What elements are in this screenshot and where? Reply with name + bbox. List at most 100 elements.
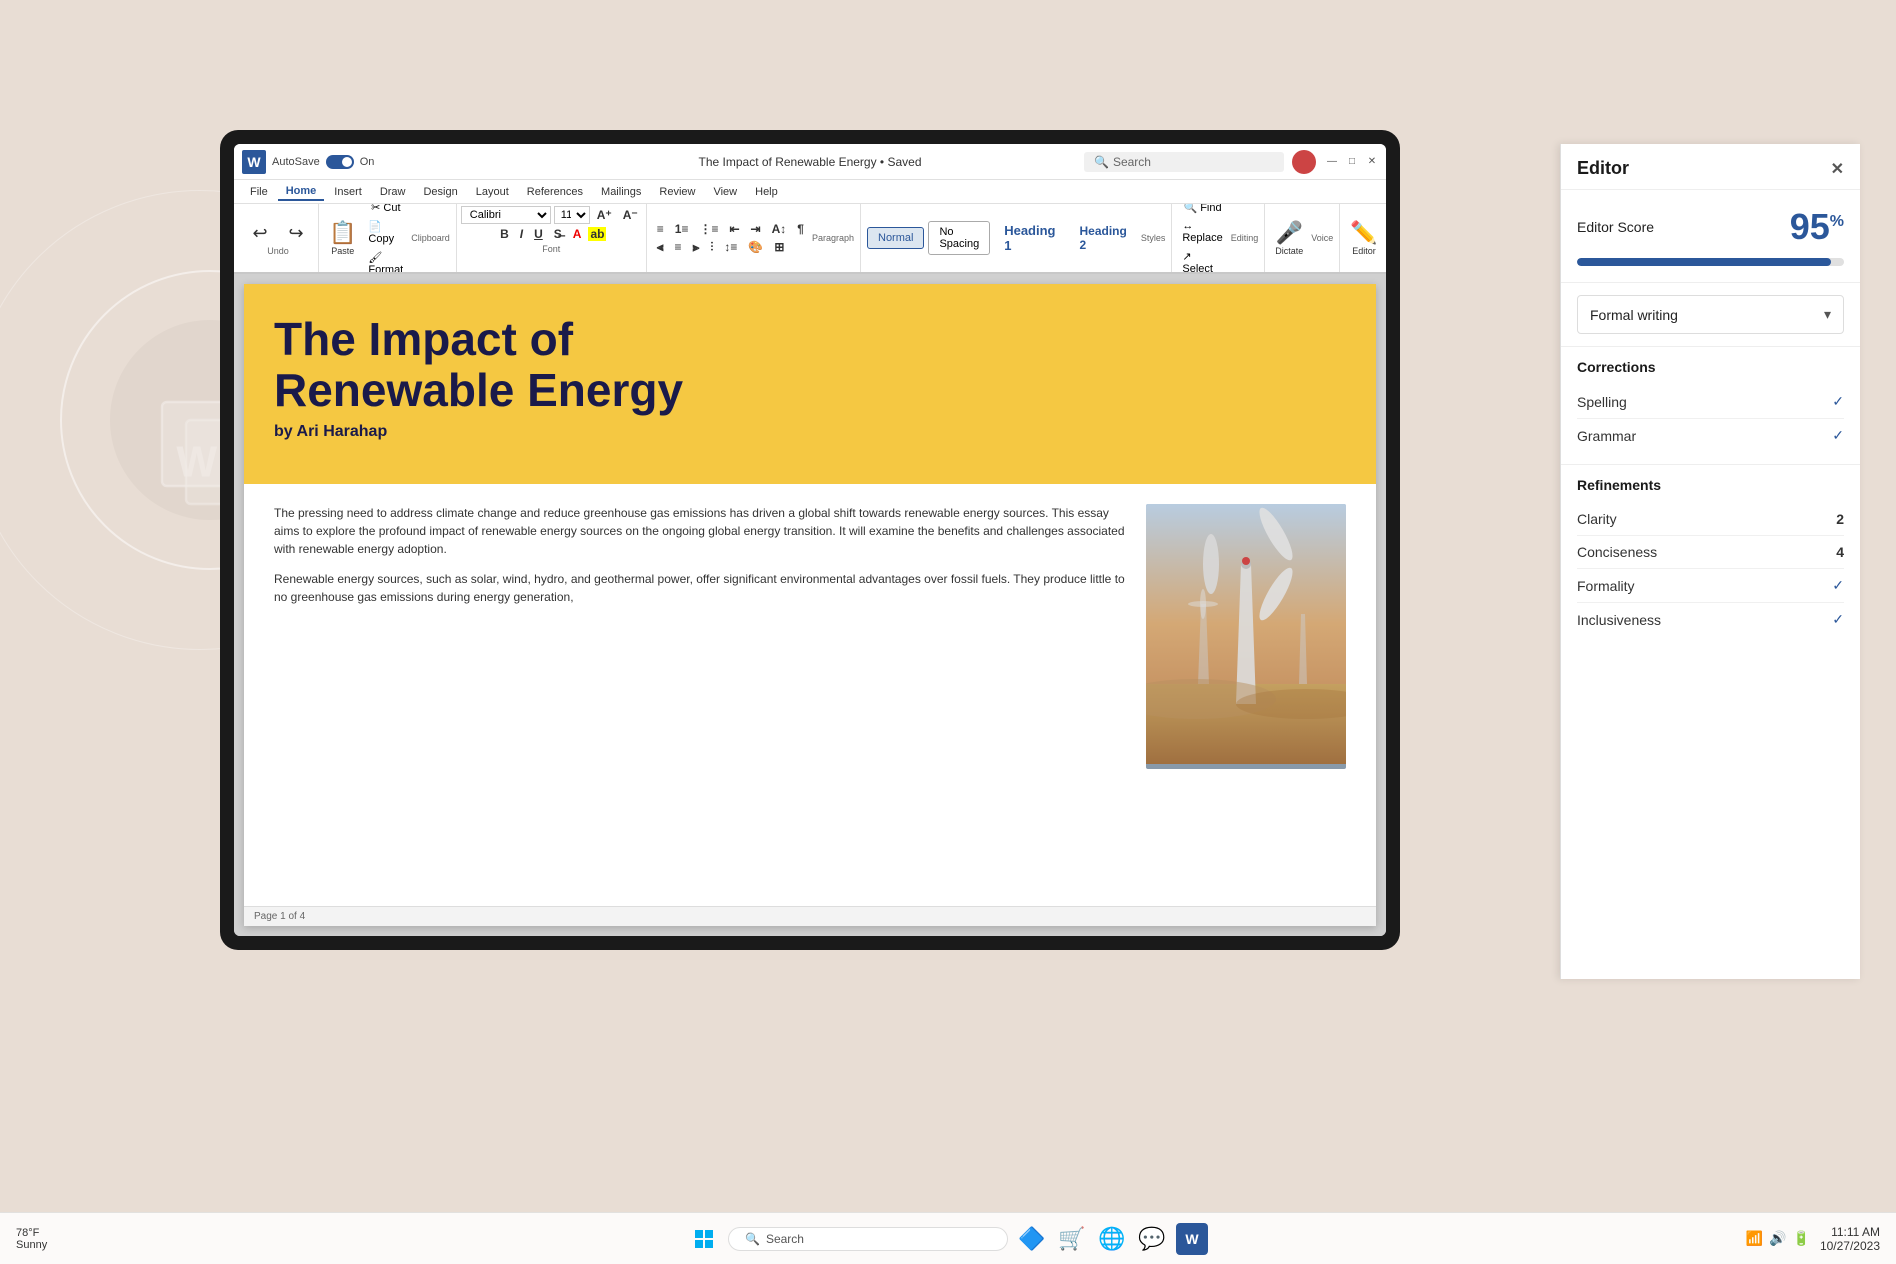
sort-button[interactable]: A↕ (768, 221, 791, 237)
italic-button[interactable]: I (516, 226, 527, 242)
replace-button[interactable]: ↔ Replace (1178, 218, 1226, 246)
clarity-item[interactable]: Clarity 2 (1577, 503, 1844, 536)
dictate-label: Dictate (1275, 246, 1303, 256)
title-search-bar[interactable]: 🔍 Search (1084, 152, 1284, 172)
borders-button[interactable]: ⊞ (770, 239, 788, 256)
align-center-button[interactable]: ≡ (671, 239, 686, 256)
copy-button[interactable]: 📄 Copy (364, 218, 407, 247)
cut-button[interactable]: ✂ Cut (364, 204, 407, 216)
score-label: Editor Score (1577, 219, 1654, 235)
menu-insert[interactable]: Insert (326, 184, 370, 200)
grammar-item[interactable]: Grammar ✓ (1577, 419, 1844, 452)
title-bar: W AutoSave On The Impact of Renewable En… (234, 144, 1386, 180)
taskbar-right: 📶 🔊 🔋 11:11 AM 10/27/2023 (1746, 1225, 1880, 1253)
weather-widget[interactable]: 78°F Sunny (16, 1227, 47, 1251)
strikethrough-button[interactable]: S̶ (550, 226, 566, 242)
network-icon[interactable]: 📶 (1746, 1230, 1763, 1247)
align-right-button[interactable]: ⫸ (689, 239, 704, 256)
clipboard-label: Clipboard (411, 233, 450, 243)
menu-design[interactable]: Design (415, 184, 465, 200)
shading-button[interactable]: 🎨 (744, 239, 767, 256)
word-logo: W (242, 150, 266, 174)
conciseness-item[interactable]: Conciseness 4 (1577, 536, 1844, 569)
maximize-button[interactable]: □ (1346, 156, 1358, 168)
volume-icon[interactable]: 🔊 (1769, 1230, 1786, 1247)
line-spacing-button[interactable]: ↕≡ (720, 239, 741, 256)
highlight-button[interactable]: ab (588, 227, 606, 241)
align-left-button[interactable]: ⫷ (653, 239, 668, 256)
autosave-toggle[interactable] (326, 155, 354, 169)
menu-draw[interactable]: Draw (372, 184, 414, 200)
find-button[interactable]: 🔍 Find (1178, 204, 1226, 216)
format-painter-button[interactable]: 🖌 Format (364, 249, 407, 275)
style-normal-button[interactable]: Normal (867, 227, 924, 249)
redo-button[interactable]: ↪ (280, 221, 312, 246)
justify-button[interactable]: ⫶ (706, 239, 717, 256)
style-heading1-button[interactable]: Heading 1 (994, 219, 1065, 257)
minimize-button[interactable]: — (1326, 156, 1338, 168)
numbering-button[interactable]: 1≡ (671, 221, 693, 237)
font-name-select[interactable]: Calibri (461, 206, 551, 224)
style-nospacing-button[interactable]: No Spacing (928, 221, 990, 255)
select-button[interactable]: ↗ Select (1178, 248, 1226, 274)
menu-home[interactable]: Home (278, 183, 325, 201)
menu-file[interactable]: File (242, 184, 276, 200)
multilevel-button[interactable]: ⋮≡ (695, 221, 722, 237)
document-title-line2: Renewable Energy (274, 365, 1346, 416)
menu-references[interactable]: References (519, 184, 591, 200)
close-button[interactable]: ✕ (1366, 156, 1378, 168)
spelling-item[interactable]: Spelling ✓ (1577, 385, 1844, 419)
menu-mailings[interactable]: Mailings (593, 184, 649, 200)
taskbar-copilot-button[interactable]: 🔷 (1016, 1223, 1048, 1255)
style-heading2-button[interactable]: Heading 2 (1070, 220, 1137, 256)
writing-style-dropdown[interactable]: Formal writing ▾ (1577, 295, 1844, 334)
paste-button[interactable]: 📋 Paste (325, 218, 360, 258)
menu-help[interactable]: Help (747, 184, 786, 200)
menu-layout[interactable]: Layout (468, 184, 517, 200)
increase-indent-button[interactable]: ⇥ (747, 221, 765, 237)
word-logo-letter: W (247, 154, 260, 170)
editor-label: Editor (1352, 246, 1376, 256)
font-size-select[interactable]: 11 (554, 206, 590, 224)
grammar-check-icon: ✓ (1832, 427, 1844, 444)
document-header-banner: The Impact of Renewable Energy by Ari Ha… (244, 284, 1376, 484)
editor-button[interactable]: ✏️ Editor (1346, 218, 1381, 258)
undo-button[interactable]: ↩ (244, 221, 276, 246)
laptop-screen: W AutoSave On The Impact of Renewable En… (234, 144, 1386, 936)
bold-button[interactable]: B (496, 226, 513, 242)
document-area: The Impact of Renewable Energy by Ari Ha… (234, 274, 1386, 936)
menu-view[interactable]: View (705, 184, 745, 200)
underline-button[interactable]: U (530, 226, 547, 242)
weather-temp: 78°F (16, 1227, 47, 1239)
editor-panel: Editor ✕ Editor Score 95% Formal writing… (1560, 144, 1860, 979)
font-color-button[interactable]: A (569, 226, 586, 242)
document-title: The Impact of Renewable Energy • Saved (699, 155, 922, 169)
bullets-button[interactable]: ≡ (653, 221, 668, 237)
formality-item[interactable]: Formality ✓ (1577, 569, 1844, 603)
clarity-count: 2 (1836, 511, 1844, 527)
taskbar-word-button[interactable]: W (1176, 1223, 1208, 1255)
score-value: 95% (1790, 206, 1844, 248)
font-shrink-button[interactable]: A⁻ (619, 207, 642, 223)
user-avatar[interactable] (1292, 150, 1316, 174)
page-indicator: Page 1 of 4 (254, 911, 305, 922)
taskbar-search-label: Search (766, 1232, 804, 1246)
inclusiveness-item[interactable]: Inclusiveness ✓ (1577, 603, 1844, 636)
taskbar-app-icons: 🔷 🛒 🌐 💬 W (1016, 1223, 1208, 1255)
writing-style-section: Formal writing ▾ (1561, 283, 1860, 347)
taskbar-search-bar[interactable]: 🔍 Search (728, 1227, 1008, 1251)
battery-icon[interactable]: 🔋 (1793, 1230, 1810, 1247)
show-marks-button[interactable]: ¶ (793, 221, 808, 237)
laptop-frame: W AutoSave On The Impact of Renewable En… (220, 130, 1400, 950)
grammar-label: Grammar (1577, 428, 1636, 444)
taskbar-store-button[interactable]: 🛒 (1056, 1223, 1088, 1255)
taskbar-edge-button[interactable]: 🌐 (1096, 1223, 1128, 1255)
taskbar-teams-button[interactable]: 💬 (1136, 1223, 1168, 1255)
decrease-indent-button[interactable]: ⇤ (725, 221, 743, 237)
editor-close-button[interactable]: ✕ (1831, 159, 1844, 179)
editor-icon: ✏️ (1350, 220, 1377, 246)
start-button[interactable] (688, 1223, 720, 1255)
dictate-button[interactable]: 🎤 Dictate (1271, 218, 1307, 258)
menu-review[interactable]: Review (651, 184, 703, 200)
font-grow-button[interactable]: A⁺ (593, 207, 616, 223)
